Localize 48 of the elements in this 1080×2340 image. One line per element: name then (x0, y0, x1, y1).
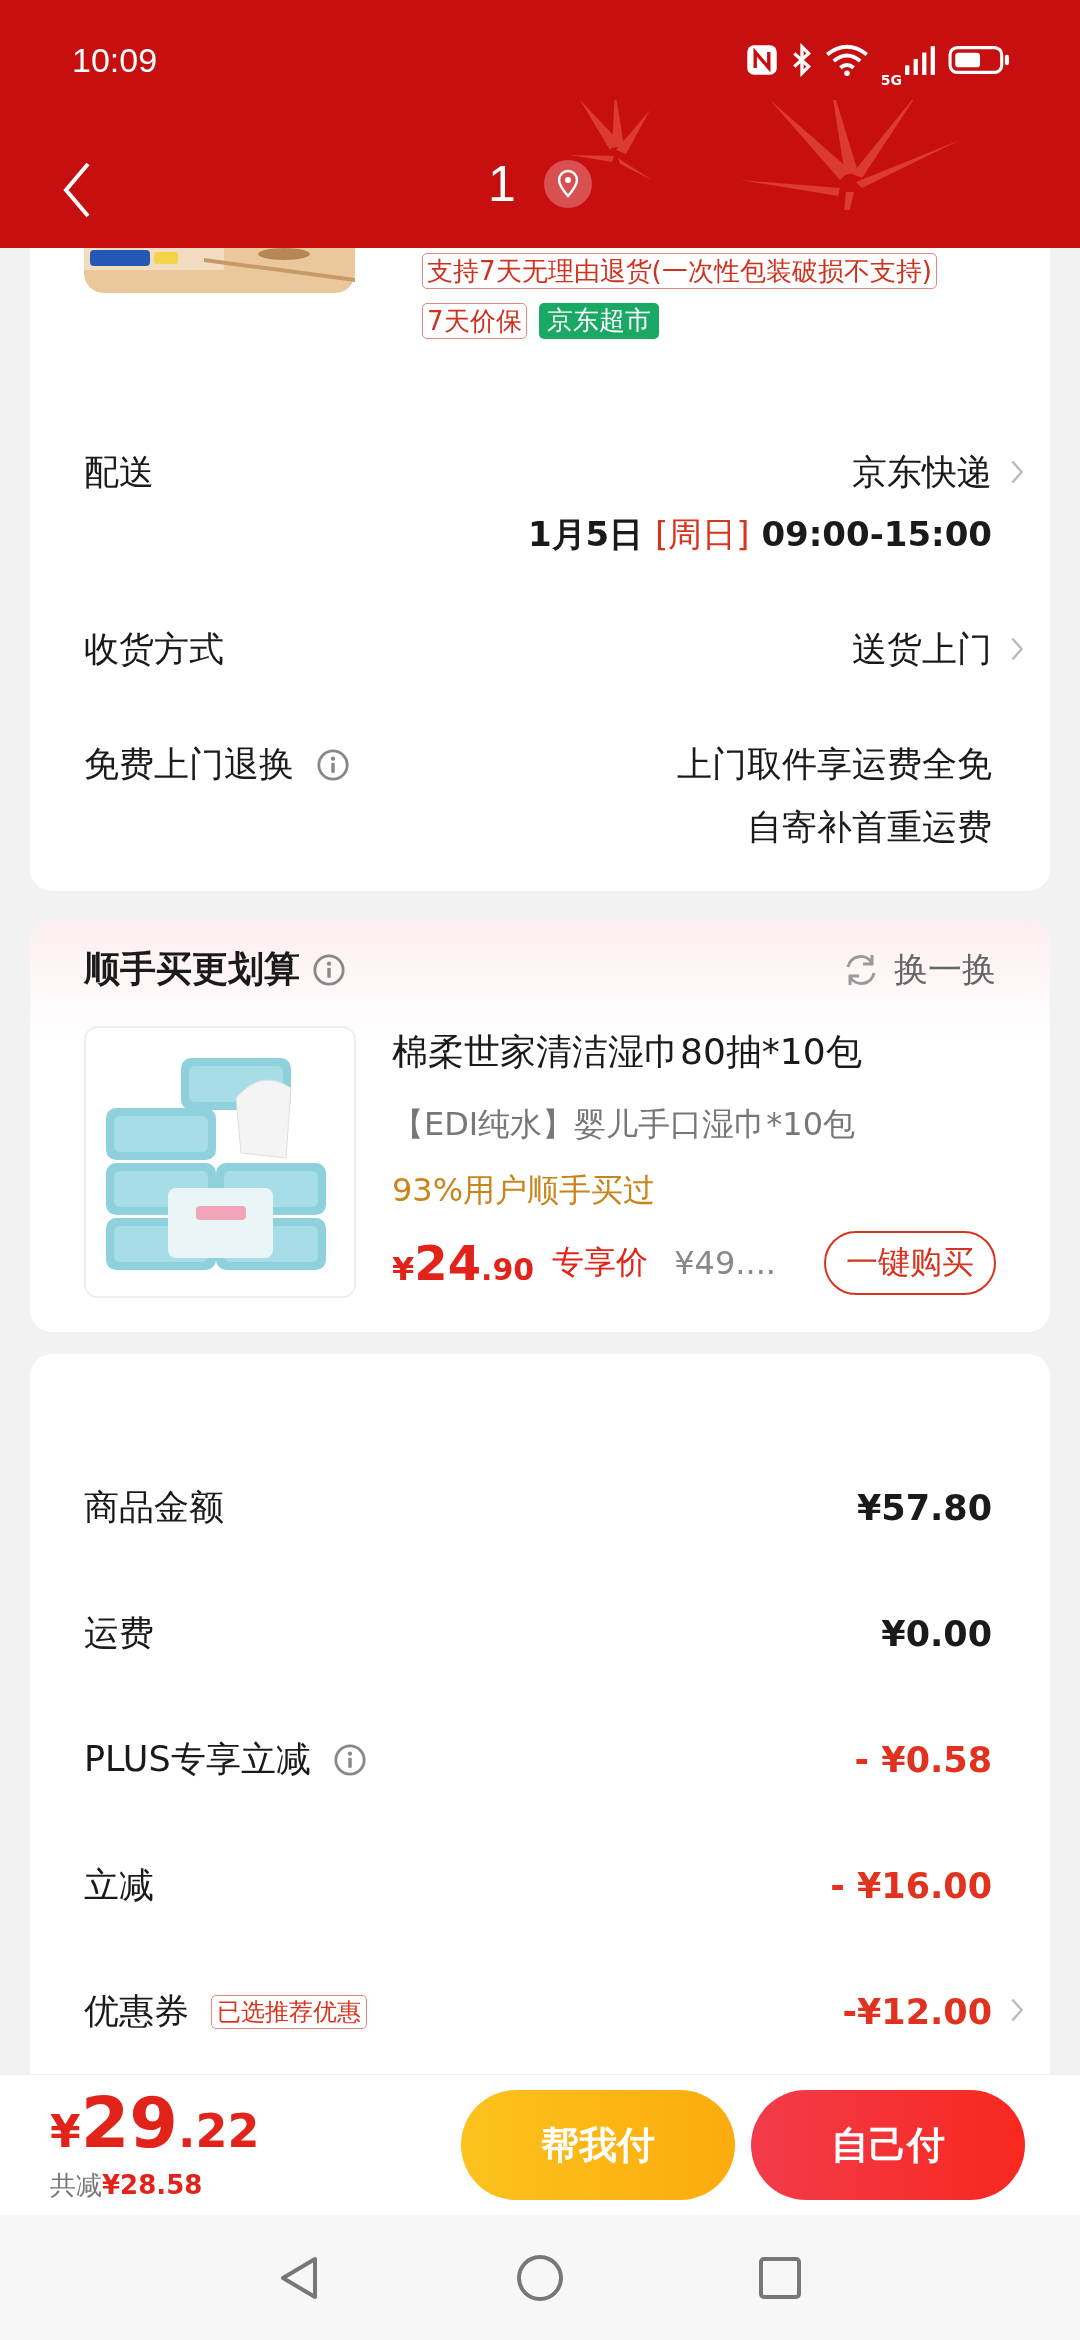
price-label: 专享价 (552, 1242, 649, 1283)
page-title: 1 (488, 155, 516, 213)
row-label: 运费 (84, 1612, 154, 1655)
product-price: ¥24.90 (392, 1235, 535, 1291)
pay-button[interactable]: 自己付 (751, 2090, 1025, 2200)
nfc-icon (744, 43, 779, 77)
purchase-note: 93%用户顺手买过 (392, 1170, 657, 1211)
row-label: PLUS专享立减 (84, 1738, 311, 1781)
original-price: ¥49.... (674, 1244, 776, 1282)
row-value[interactable]: 送货上门 (852, 626, 992, 673)
amount-value: - ¥0.58 (853, 1739, 992, 1780)
network-type: 5G (880, 72, 902, 88)
home-icon[interactable] (515, 2252, 565, 2303)
product-tag: 7天价保 (422, 303, 527, 339)
row-label: 优惠券 (84, 1990, 189, 2033)
product-tag: 支持7天无理由退货(一次性包装破损不支持) (422, 253, 937, 289)
product-name[interactable]: 棉柔世家清洁湿巾80抽*10包 (392, 1028, 996, 1077)
signal-icon (904, 43, 936, 77)
back-icon[interactable] (62, 160, 92, 220)
section-title: 顺手买更划算 (84, 947, 300, 991)
status-time: 10:09 (72, 40, 159, 80)
info-icon[interactable] (332, 1742, 367, 1777)
wifi-icon (824, 43, 869, 77)
buy-button[interactable]: 一键购买 (824, 1231, 996, 1295)
total-price: ¥29.22 (50, 2087, 260, 2158)
row-note: 自寄补首重运费 (747, 806, 992, 849)
product-subtitle: 【EDI纯水】婴儿手口湿巾*10包 (392, 1104, 856, 1145)
row-label: 免费上门退换 (84, 743, 294, 786)
info-icon[interactable] (312, 952, 346, 987)
row-value[interactable]: 京东快递 (852, 449, 992, 496)
delivery-time: 1月5日 [周日] 09:00-15:00 (527, 513, 992, 556)
battery-icon (948, 43, 1010, 77)
row-value: 上门取件享运费全免 (677, 743, 992, 786)
amount-value: -¥12.00 (841, 1991, 992, 2032)
amount-value: - ¥16.00 (829, 1865, 992, 1906)
bluetooth-icon (790, 43, 813, 77)
row-label: 收货方式 (84, 628, 224, 671)
amount-value: ¥0.00 (880, 1613, 992, 1654)
info-icon[interactable] (316, 747, 350, 782)
amount-value: ¥57.80 (855, 1487, 992, 1528)
refresh-button[interactable]: 换一换 (842, 946, 996, 993)
location-pin-icon[interactable] (543, 160, 592, 208)
coupon-tag: 已选推荐优惠 (211, 1994, 367, 2029)
saved-amount: 共减¥28.58 (50, 2168, 204, 2202)
row-label: 配送 (84, 451, 154, 494)
product-tag: 京东超市 (538, 303, 659, 339)
row-label: 商品金额 (84, 1486, 224, 1529)
row-label: 立减 (84, 1864, 154, 1907)
